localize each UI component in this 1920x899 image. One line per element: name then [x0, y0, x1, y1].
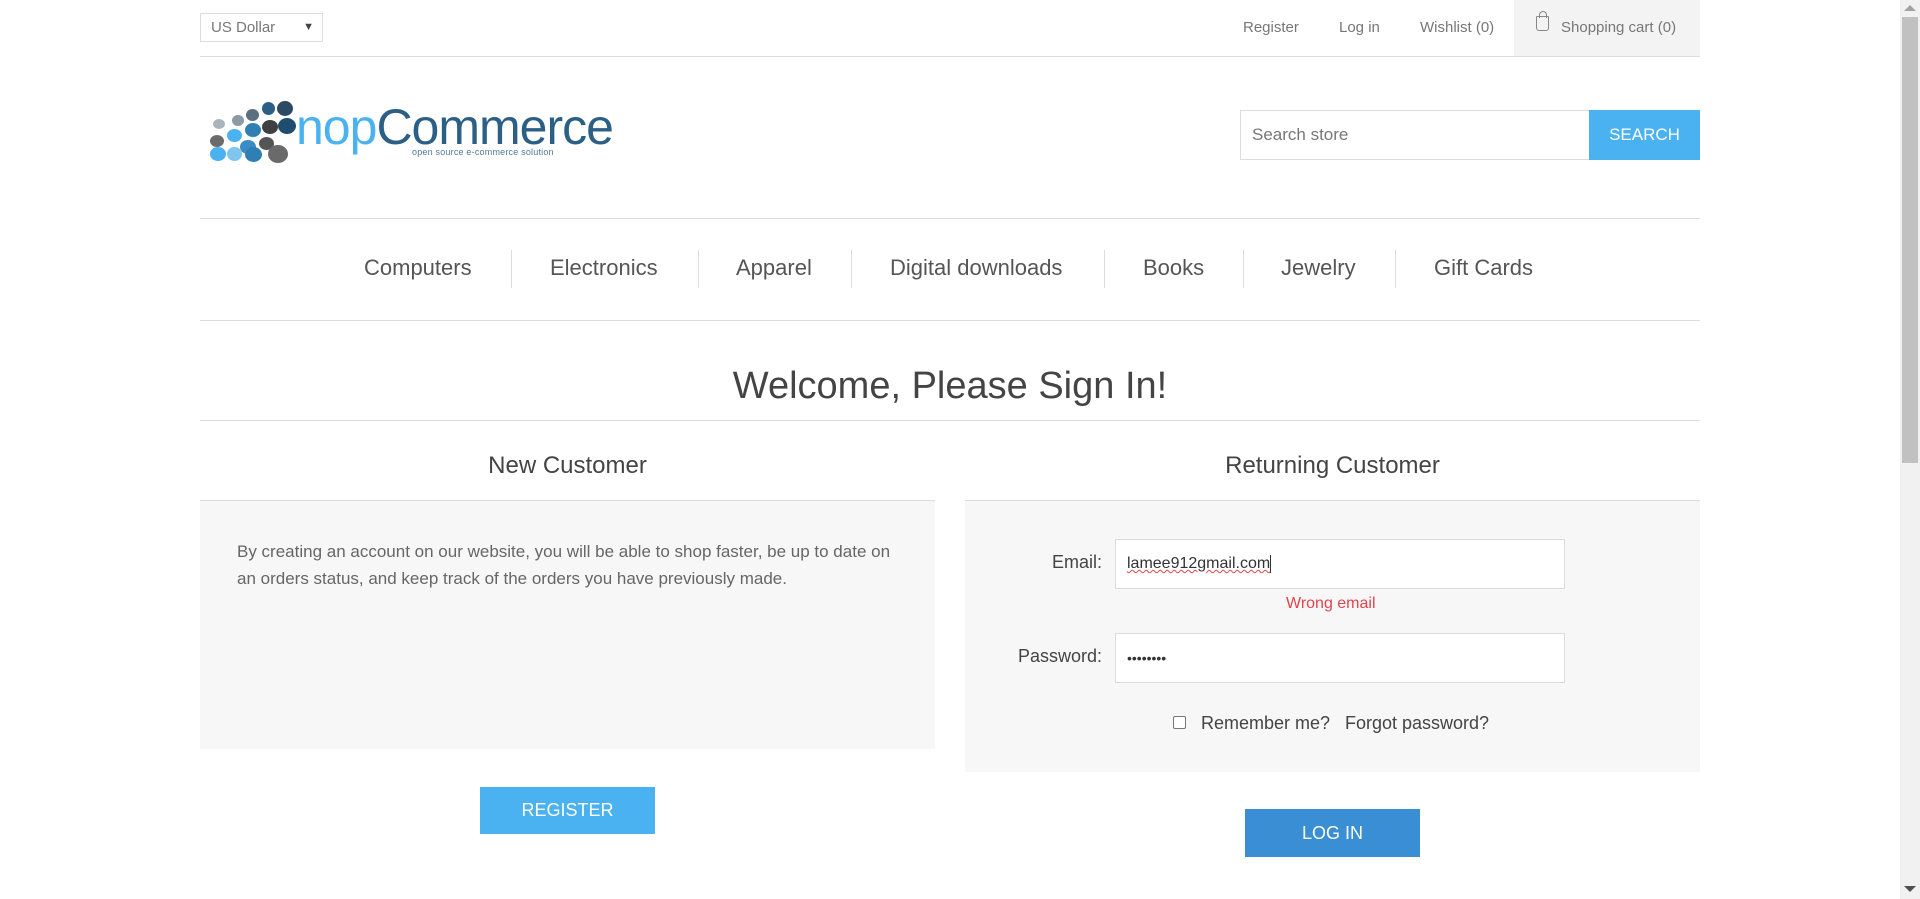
forgot-password-link[interactable]: Forgot password? [1345, 713, 1489, 734]
search-placeholder: Search store [1252, 125, 1349, 144]
register-link[interactable]: Register [1243, 19, 1299, 36]
header-divider [200, 56, 1700, 57]
scrollbar-thumb[interactable] [1902, 17, 1918, 463]
remember-me-checkbox[interactable] [1173, 716, 1186, 729]
text-cursor [1270, 554, 1272, 573]
shopping-cart-link[interactable]: Shopping cart (0) [1514, 0, 1700, 56]
wishlist-link[interactable]: Wishlist (0) [1420, 19, 1494, 36]
search-input[interactable]: Search store [1240, 110, 1590, 160]
password-label: Password: [1017, 646, 1102, 666]
email-label: Email: [1051, 552, 1102, 572]
login-link[interactable]: Log in [1339, 19, 1380, 36]
scroll-up-arrow-icon[interactable] [1904, 5, 1916, 11]
register-button[interactable]: REGISTER [480, 787, 655, 834]
returning-customer-title: Returning Customer [1225, 452, 1440, 479]
page-title: Welcome, Please Sign In! [732, 365, 1168, 407]
new-customer-description: By creating an account on our website, y… [237, 542, 891, 588]
currency-select[interactable]: US Dollar ▼ [200, 13, 323, 42]
nav-item-gift-cards[interactable]: Gift Cards [1434, 255, 1533, 281]
nav-separator [698, 250, 699, 288]
nav-top-divider [200, 218, 1700, 219]
logo-tagline: open source e-commerce solution [412, 147, 554, 157]
search-button[interactable]: SEARCH [1589, 110, 1700, 160]
nav-bottom-divider [200, 320, 1700, 321]
password-field[interactable]: •••••••• [1115, 633, 1565, 683]
nav-item-apparel[interactable]: Apparel [736, 255, 812, 281]
currency-value: US Dollar [211, 19, 276, 36]
remember-me-label[interactable]: Remember me? [1201, 713, 1330, 734]
nav-item-electronics[interactable]: Electronics [550, 255, 658, 281]
title-divider [200, 420, 1700, 421]
shopping-bag-icon [1536, 11, 1549, 31]
nav-item-computers[interactable]: Computers [364, 255, 472, 281]
nav-item-digital-downloads[interactable]: Digital downloads [890, 255, 1062, 281]
new-customer-title: New Customer [488, 452, 647, 479]
nav-separator [1243, 250, 1244, 288]
password-value: •••••••• [1127, 650, 1167, 666]
nav-item-jewelry[interactable]: Jewelry [1281, 255, 1356, 281]
login-button[interactable]: LOG IN [1245, 809, 1420, 857]
nav-item-books[interactable]: Books [1143, 255, 1204, 281]
page: US Dollar ▼ Register Log in Wishlist (0)… [0, 0, 1900, 899]
email-field[interactable]: lamee912gmail.com [1115, 539, 1565, 589]
email-value: lamee912gmail.com [1127, 555, 1271, 572]
scroll-down-arrow-icon[interactable] [1904, 886, 1916, 892]
nav-separator [1104, 250, 1105, 288]
email-error: Wrong email [1286, 595, 1376, 612]
nav-separator [851, 250, 852, 288]
nav-separator [511, 250, 512, 288]
nav-separator [1395, 250, 1396, 288]
chevron-down-icon: ▼ [303, 21, 314, 33]
shopping-cart-label: Shopping cart (0) [1561, 19, 1677, 36]
